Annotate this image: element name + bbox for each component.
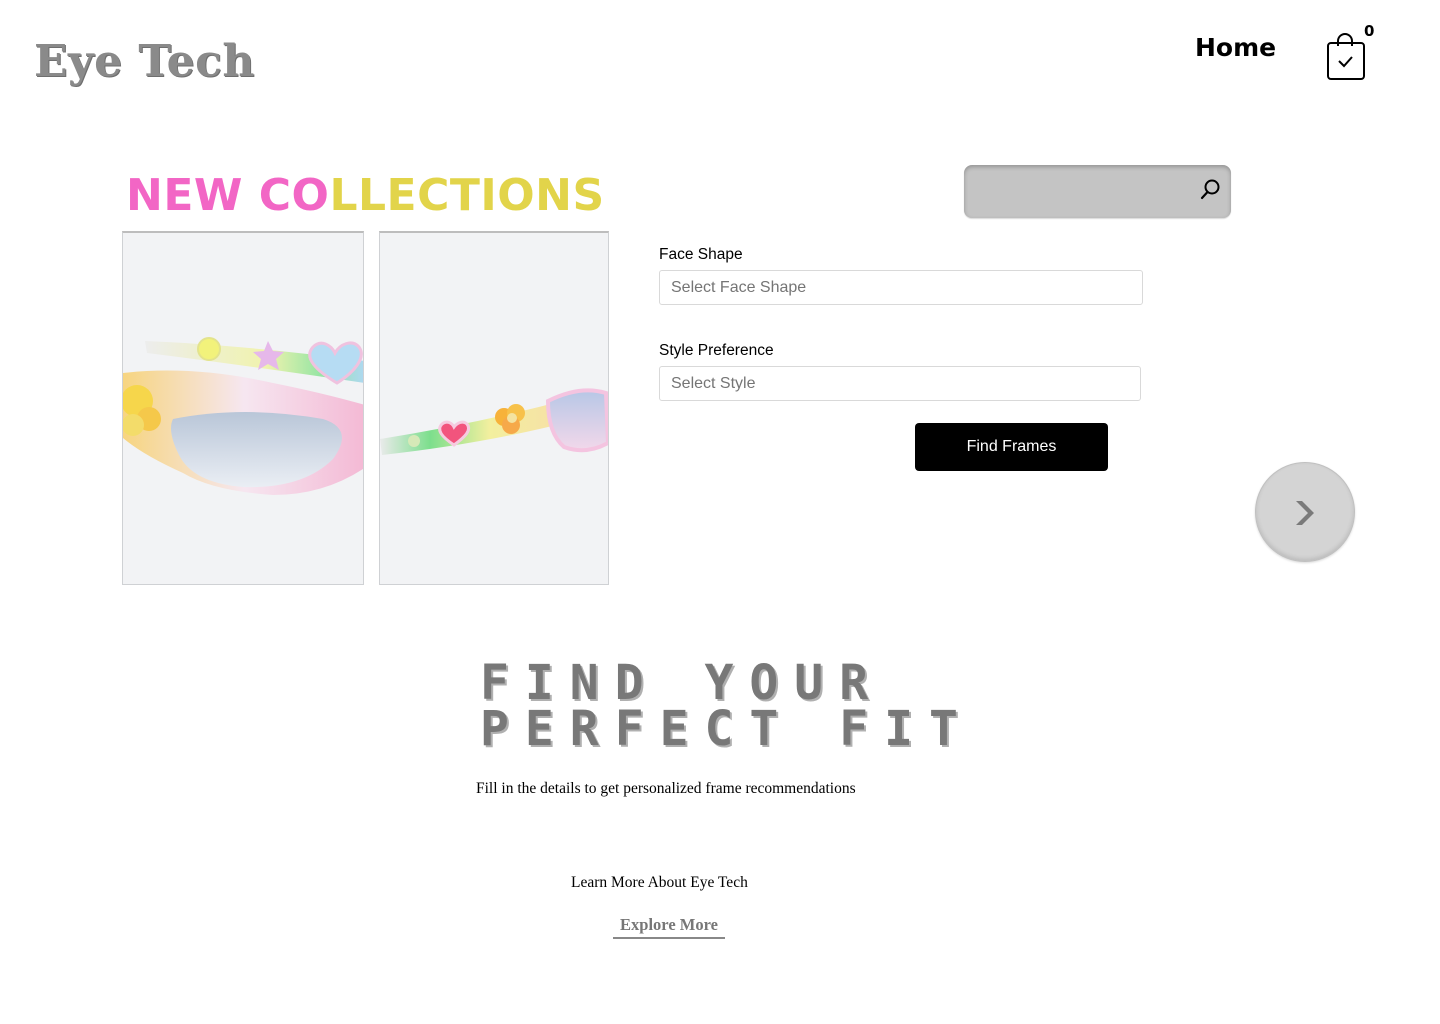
find-fit-subtitle: Fill in the details to get personalized … xyxy=(476,780,856,797)
collections-title-pink: NEW CO xyxy=(126,170,330,221)
sunglasses-front-image xyxy=(123,233,363,584)
cart-count-badge: 0 xyxy=(1364,22,1375,40)
learn-more-text: Learn More About Eye Tech xyxy=(571,874,748,891)
sunglasses-side-image xyxy=(380,233,608,584)
find-frames-button[interactable]: Find Frames xyxy=(915,423,1108,471)
search-icon[interactable] xyxy=(1200,177,1222,201)
chevron-right-icon xyxy=(1296,501,1314,525)
cart-button[interactable]: 0 xyxy=(1324,22,1374,84)
collections-title-yellow: LLECTIONS xyxy=(329,170,605,221)
face-shape-label: Face Shape xyxy=(659,246,743,263)
face-shape-select[interactable]: Select Face Shape xyxy=(659,270,1143,305)
nav-home-link[interactable]: Home xyxy=(1195,33,1276,62)
style-preference-select[interactable]: Select Style xyxy=(659,366,1141,401)
product-card-front[interactable] xyxy=(122,231,364,585)
search-bar xyxy=(964,165,1231,218)
product-card-side[interactable] xyxy=(379,231,609,585)
brand-logo[interactable]: Eye Tech xyxy=(34,36,255,87)
explore-more-link[interactable]: Explore More xyxy=(613,915,725,939)
search-input[interactable] xyxy=(976,173,1190,211)
find-fit-heading: FIND YOUR PERFECT FIT xyxy=(480,659,974,753)
new-collections-title: NEW COLLECTIONS xyxy=(126,170,605,221)
style-preference-label: Style Preference xyxy=(659,342,774,359)
shopping-bag-check-icon xyxy=(1327,33,1365,80)
carousel-next-button[interactable] xyxy=(1255,462,1355,562)
find-fit-heading-line2: PERFECT FIT xyxy=(480,701,974,757)
